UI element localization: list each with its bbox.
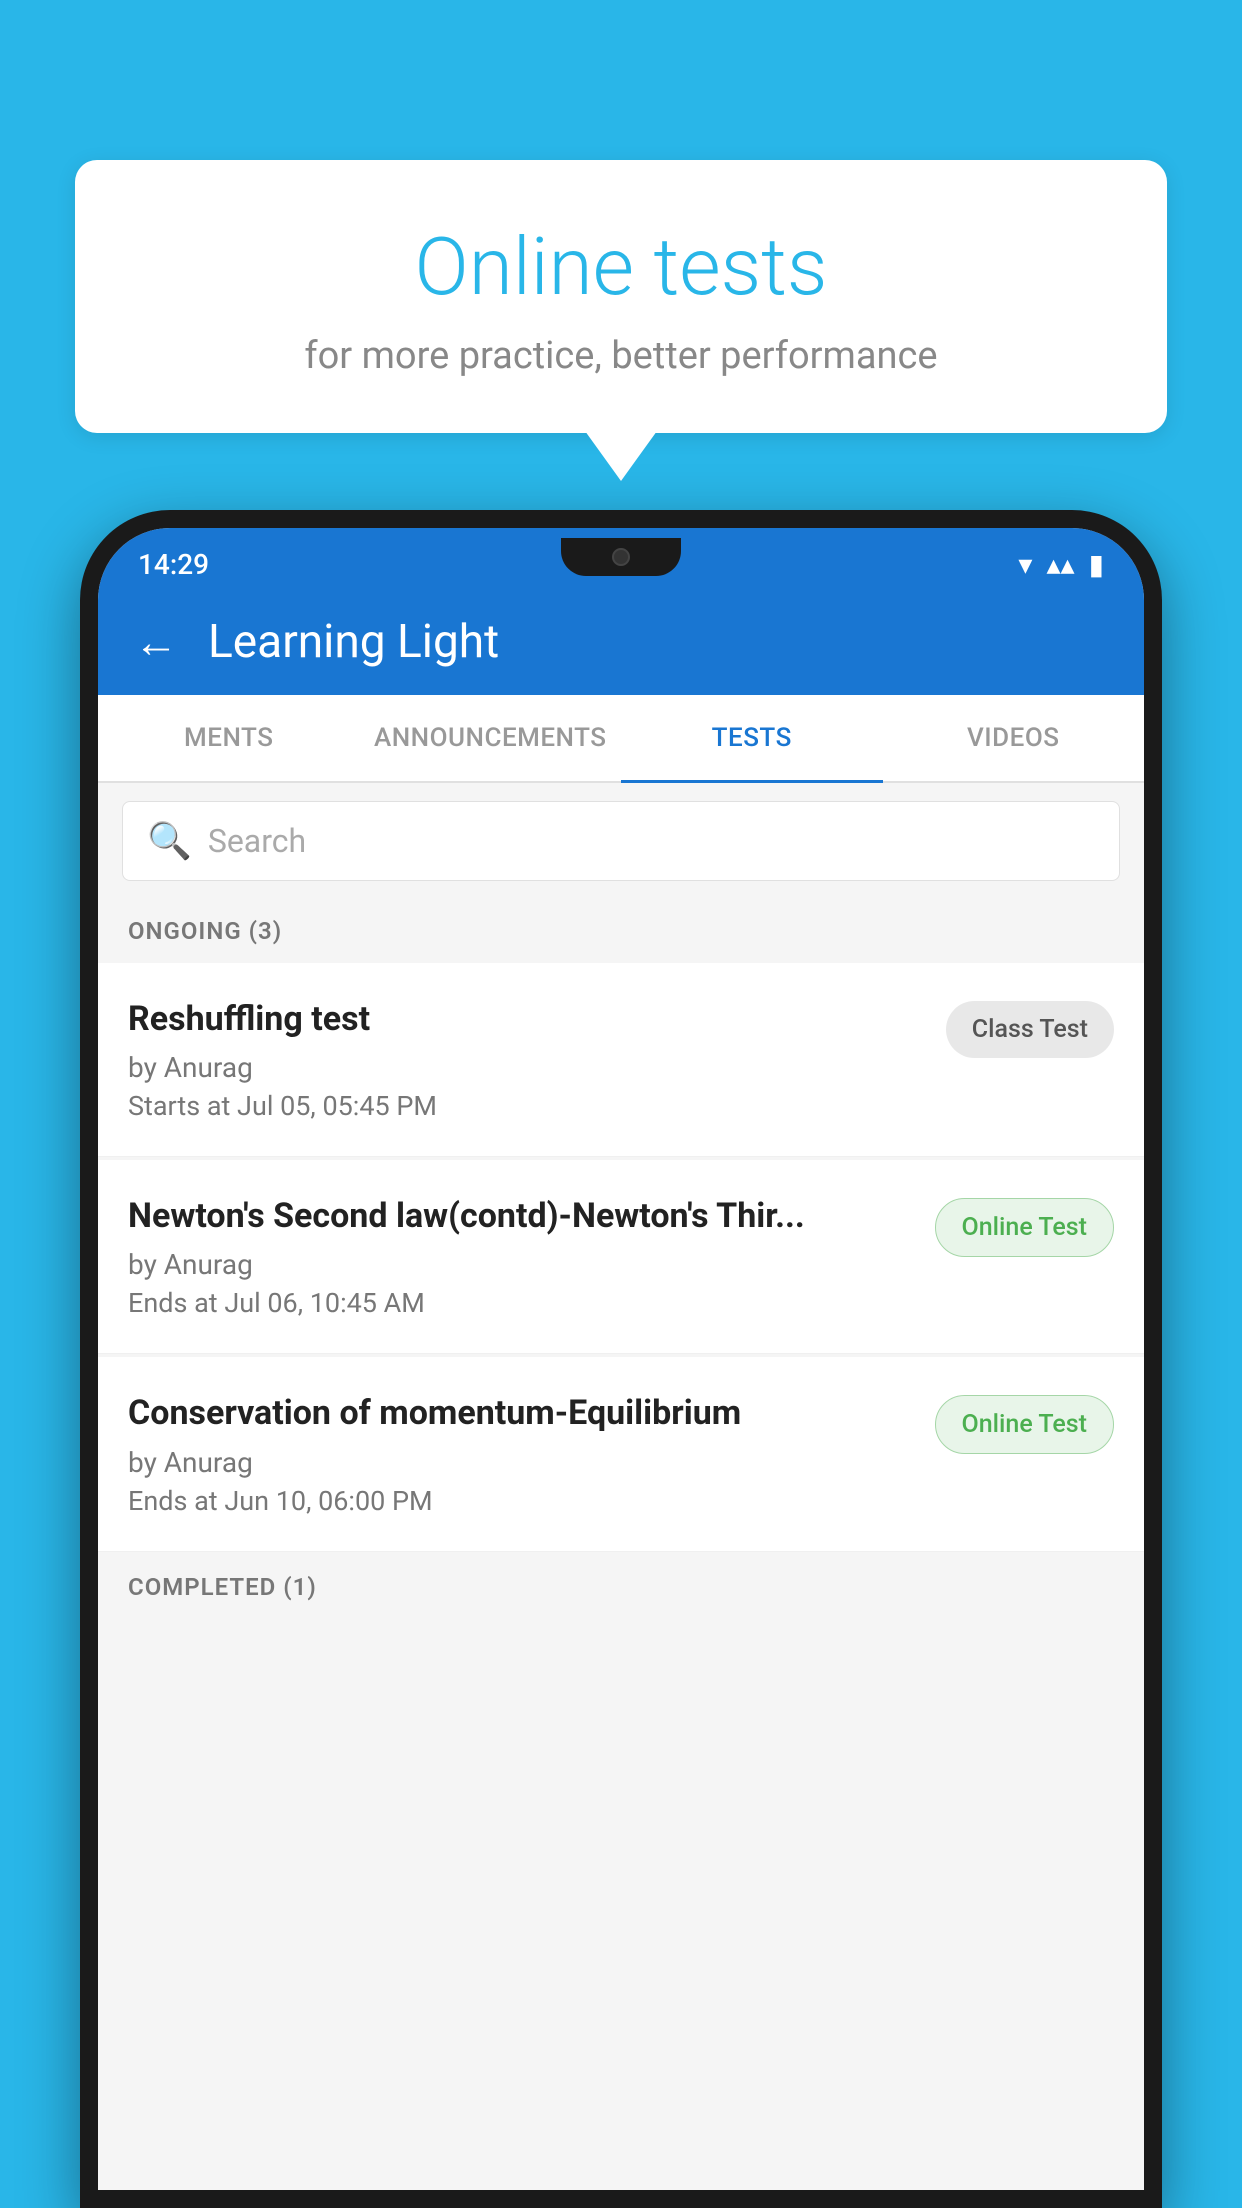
status-icons: ▾ ▴▴ ▮ — [1018, 548, 1104, 581]
tab-announcements[interactable]: ANNOUNCEMENTS — [360, 695, 622, 781]
search-placeholder: Search — [208, 822, 306, 860]
signal-icon: ▴▴ — [1046, 548, 1074, 581]
test-badge-online: Online Test — [935, 1198, 1114, 1257]
phone-inner: 14:29 ▾ ▴▴ ▮ ← Learning Light MENTS — [98, 528, 1144, 2190]
status-time: 14:29 — [138, 548, 209, 581]
battery-icon: ▮ — [1089, 548, 1104, 581]
test-item[interactable]: Conservation of momentum-Equilibrium by … — [98, 1357, 1144, 1551]
test-item[interactable]: Reshuffling test by Anurag Starts at Jul… — [98, 963, 1144, 1157]
test-date: Ends at Jul 06, 10:45 AM — [128, 1287, 915, 1319]
phone-frame: 14:29 ▾ ▴▴ ▮ ← Learning Light MENTS — [80, 510, 1162, 2208]
test-info: Reshuffling test by Anurag Starts at Jul… — [128, 997, 926, 1122]
search-bar[interactable]: 🔍 Search — [122, 801, 1120, 881]
camera-notch — [612, 548, 630, 566]
speech-bubble: Online tests for more practice, better p… — [75, 160, 1167, 433]
test-info: Conservation of momentum-Equilibrium by … — [128, 1391, 915, 1516]
back-button[interactable]: ← — [134, 616, 178, 668]
test-author: by Anurag — [128, 1248, 915, 1281]
content-list: ONGOING (3) Reshuffling test by Anurag S… — [98, 899, 1144, 2190]
app-title: Learning Light — [208, 615, 499, 669]
search-icon: 🔍 — [147, 820, 192, 862]
tab-tests[interactable]: TESTS — [621, 695, 883, 781]
test-author: by Anurag — [128, 1446, 915, 1479]
test-item[interactable]: Newton's Second law(contd)-Newton's Thir… — [98, 1160, 1144, 1354]
tab-ments[interactable]: MENTS — [98, 695, 360, 781]
search-container: 🔍 Search — [98, 783, 1144, 899]
test-title: Conservation of momentum-Equilibrium — [128, 1391, 915, 1435]
test-date: Ends at Jun 10, 06:00 PM — [128, 1485, 915, 1517]
ongoing-section-header: ONGOING (3) — [98, 899, 1144, 963]
test-title: Newton's Second law(contd)-Newton's Thir… — [128, 1194, 915, 1238]
test-badge-online-2: Online Test — [935, 1395, 1114, 1454]
speech-bubble-container: Online tests for more practice, better p… — [75, 160, 1167, 433]
tab-videos[interactable]: VIDEOS — [883, 695, 1145, 781]
app-bar: ← Learning Light — [98, 589, 1144, 695]
completed-section-header: COMPLETED (1) — [98, 1555, 1144, 1619]
test-date: Starts at Jul 05, 05:45 PM — [128, 1090, 926, 1122]
test-title: Reshuffling test — [128, 997, 926, 1041]
test-badge-class: Class Test — [946, 1001, 1114, 1058]
test-author: by Anurag — [128, 1051, 926, 1084]
wifi-icon: ▾ — [1018, 548, 1032, 581]
bubble-subtitle: for more practice, better performance — [125, 334, 1117, 378]
bubble-title: Online tests — [125, 220, 1117, 314]
tabs-container: MENTS ANNOUNCEMENTS TESTS VIDEOS — [98, 695, 1144, 783]
test-info: Newton's Second law(contd)-Newton's Thir… — [128, 1194, 915, 1319]
